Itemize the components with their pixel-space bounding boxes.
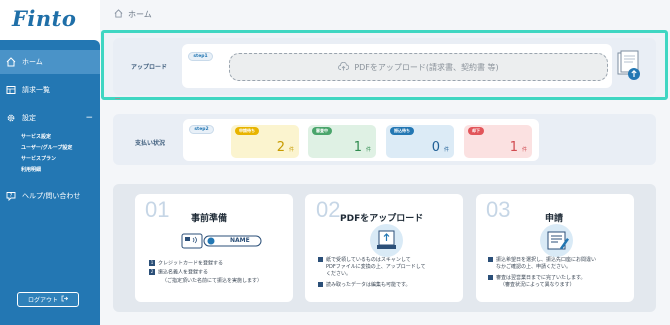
status-count: 2	[276, 140, 285, 155]
divider	[115, 98, 120, 99]
help-icon: ?	[5, 190, 17, 202]
logout-button[interactable]: ログアウト	[17, 292, 79, 307]
sidebar-item-home[interactable]: ホーム	[0, 50, 100, 74]
pdf-upload-illustration-icon	[370, 224, 403, 257]
step2-line-3: ください。	[326, 271, 352, 277]
svg-text:?: ?	[10, 193, 13, 199]
step1-line-3: （ご指定頂いた名前にて振込を実施します）	[162, 278, 263, 284]
sidebar-subitem-service-plan[interactable]: サービスプラン	[21, 155, 56, 162]
status-unit: 件	[443, 147, 449, 153]
step2-line-2: PDFファイルに変換の上、アップロードして	[326, 264, 426, 270]
sidebar-subitem-usage-details[interactable]: 利用明細	[21, 166, 41, 173]
gear-icon	[5, 112, 17, 124]
sidebar-item-label: ヘルプ/問い合わせ	[22, 192, 81, 200]
step3-line-2: なかご確認の上、申請ください。	[496, 264, 572, 270]
breadcrumb: ホーム	[114, 9, 152, 20]
step1-line-1: 1 クレジットカードを登録する	[149, 260, 224, 267]
sidebar: ホーム 請求一覧 設定 − サービス設定 ユーザー/グループ設定 サービスプラン…	[0, 40, 100, 325]
sidebar-item-label: 請求一覧	[22, 86, 50, 94]
step3-line-3: 審査は翌営業日までに完了いたします。	[488, 275, 586, 282]
status-tile-pending-application[interactable]: 申請待ち 2 件	[231, 125, 299, 158]
logo-area: Finto	[0, 0, 100, 40]
home-icon	[5, 56, 17, 68]
status-pill: 振込待ち	[390, 127, 414, 135]
sidebar-subitem-service-settings[interactable]: サービス設定	[21, 133, 51, 140]
status-count: 1	[353, 140, 362, 155]
sidebar-item-label: 設定	[22, 114, 36, 122]
step-title: 申請	[545, 214, 564, 224]
step1-tag: step1	[188, 52, 213, 61]
status-count: 1	[509, 140, 518, 155]
step2-tag: step2	[189, 125, 214, 134]
step-number: 02	[316, 197, 341, 222]
home-icon	[114, 9, 123, 20]
logout-icon	[61, 295, 69, 304]
payment-section-label: 支払い状況	[135, 140, 166, 147]
step3-line-1: 振込希望日を選択し、振込先口座にお間違い	[488, 257, 596, 264]
step-title: 事前準備	[191, 214, 228, 224]
upload-section-label: アップロード	[131, 64, 168, 71]
name-card-label: NAME	[230, 237, 250, 244]
step-number: 03	[486, 197, 511, 222]
step-title: PDFをアップロード	[340, 214, 424, 224]
status-count: 0	[431, 140, 440, 155]
sidebar-subitem-user-group-settings[interactable]: ユーザー/グループ設定	[21, 144, 72, 151]
status-unit: 件	[521, 147, 527, 153]
breadcrumb-home[interactable]: ホーム	[128, 9, 152, 20]
status-tile-under-review[interactable]: 審査中 1 件	[308, 125, 376, 158]
pdf-dropzone[interactable]: PDFをアップロード(請求書、契約書 等)	[229, 53, 608, 81]
dropzone-text: PDFをアップロード(請求書、契約書 等)	[354, 62, 499, 72]
app-logo[interactable]: Finto	[12, 6, 76, 31]
sidebar-item-label: ホーム	[22, 58, 43, 66]
status-pill: 却下	[468, 127, 484, 135]
sidebar-item-help[interactable]: ? ヘルプ/問い合わせ	[0, 184, 100, 208]
step-number: 01	[145, 197, 170, 222]
step2-line-4: 読み取ったデータは編集も可能です。	[318, 282, 411, 289]
cloud-upload-icon	[338, 61, 350, 73]
step1-line-2: 2 振込名義人を登録する	[149, 269, 209, 276]
step2-line-1: 紙で受領しているものはスキャンして	[318, 257, 411, 264]
collapse-icon[interactable]: −	[85, 113, 93, 123]
status-tile-awaiting-transfer[interactable]: 振込待ち 0 件	[386, 125, 454, 158]
list-icon	[5, 84, 17, 96]
status-pill: 審査中	[312, 127, 332, 135]
sidebar-item-invoices[interactable]: 請求一覧	[0, 78, 100, 102]
document-upload-icon[interactable]	[615, 50, 643, 82]
sidebar-item-settings[interactable]: 設定 −	[0, 106, 100, 130]
logout-label: ログアウト	[27, 297, 58, 304]
status-unit: 件	[365, 147, 371, 153]
credit-card-illustration: NAME	[180, 231, 264, 251]
status-unit: 件	[288, 147, 294, 153]
application-form-illustration-icon	[540, 224, 573, 257]
status-tile-rejected[interactable]: 却下 1 件	[464, 125, 532, 158]
status-pill: 申請待ち	[235, 127, 259, 135]
step3-line-4: （審査状況によって異なります）	[500, 282, 575, 288]
